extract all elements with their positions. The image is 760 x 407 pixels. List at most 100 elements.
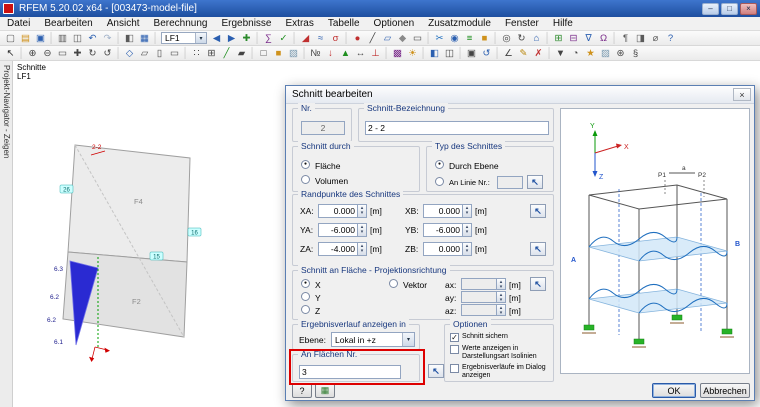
radio-row[interactable]: Volumen — [301, 173, 411, 188]
maximize-button[interactable]: □ — [721, 2, 738, 15]
comment-icon[interactable]: ✎ — [516, 47, 531, 60]
checkbox[interactable]: ✓ — [450, 333, 459, 342]
rotate-view-icon[interactable]: ↻ — [514, 32, 529, 45]
save-icon[interactable]: ▣ — [33, 32, 48, 45]
measure-icon[interactable]: ∠ — [501, 47, 516, 60]
partial-view-icon[interactable]: ◔ — [568, 47, 583, 60]
close-button[interactable]: × — [740, 2, 757, 15]
undo-icon[interactable]: ↶ — [85, 32, 100, 45]
margins-icon[interactable]: ◫ — [442, 47, 457, 60]
menu-ergebnisse[interactable]: Ergebnisse — [214, 18, 278, 29]
section-name-field[interactable]: 2 - 2 — [365, 121, 549, 135]
new-surface-icon[interactable]: ▱ — [380, 32, 395, 45]
spinner[interactable] — [358, 204, 367, 218]
tab-projekt-navigator[interactable]: Projekt-Navigator - Zeigen — [2, 65, 11, 158]
checkbox[interactable] — [450, 345, 459, 354]
next-load-case-icon[interactable]: ▶ — [224, 32, 239, 45]
checkbox[interactable] — [450, 364, 459, 373]
chevron-down-icon[interactable] — [195, 33, 206, 43]
axis-radio-row[interactable]: Z — [301, 304, 361, 317]
coordinate-field-b[interactable]: 0.000 — [423, 242, 463, 256]
menu-optionen[interactable]: Optionen — [367, 18, 422, 29]
durch-ebene-radio[interactable]: ● — [435, 160, 444, 169]
minimize-button[interactable]: – — [702, 2, 719, 15]
check-model-icon[interactable]: ✓ — [276, 32, 291, 45]
coordinate-field-a[interactable]: 0.000 — [318, 204, 358, 218]
model-view[interactable]: 2-2 F4 F2 26 16 15 6.3 6.2 6.2 6.1 — [13, 61, 293, 407]
axis-radio[interactable]: ● — [301, 279, 310, 288]
coordinate-field-b[interactable]: -6.000 — [423, 223, 463, 237]
coordinate-field-b[interactable]: 0.000 — [423, 204, 463, 218]
isometric-view-icon[interactable]: ◇ — [122, 47, 137, 60]
show-loads-icon[interactable]: ↓ — [323, 47, 338, 60]
new-line-icon[interactable]: ╱ — [365, 32, 380, 45]
internal-forces-icon[interactable]: σ — [328, 32, 343, 45]
calculation-icon[interactable]: ∑ — [261, 32, 276, 45]
panel-toggle-icon[interactable]: ◨ — [633, 32, 648, 45]
spinner[interactable] — [358, 223, 367, 237]
select-icon[interactable]: ↖ — [3, 47, 18, 60]
modules-icon[interactable]: Ω — [596, 32, 611, 45]
wireframe-icon[interactable]: □ — [256, 47, 271, 60]
units-icon[interactable]: ⌀ — [648, 32, 663, 45]
background-icon[interactable]: ▨ — [598, 47, 613, 60]
axis-radio[interactable] — [301, 305, 310, 314]
pick-point-b-button[interactable] — [530, 242, 546, 256]
spinner[interactable] — [463, 223, 472, 237]
grid-icon[interactable]: ∷ — [189, 47, 204, 60]
guidelines-icon[interactable]: ╱ — [219, 47, 234, 60]
menu-tabelle[interactable]: Tabelle — [321, 18, 367, 29]
axis-radio[interactable] — [301, 292, 310, 301]
pan-icon[interactable]: ✚ — [70, 47, 85, 60]
new-section-icon[interactable]: ✂ — [432, 32, 447, 45]
tables-toggle-icon[interactable]: ▦ — [137, 32, 152, 45]
menu-hilfe[interactable]: Hilfe — [546, 18, 580, 29]
axis-radio-row[interactable]: Y — [301, 291, 361, 304]
spinner[interactable] — [358, 242, 367, 256]
pick-vector-button[interactable] — [530, 277, 546, 291]
view-xz-icon[interactable]: ▯ — [152, 47, 167, 60]
printout-report-icon[interactable]: ¶ — [618, 32, 633, 45]
option-row[interactable]: Werte anzeigen in Darstellungsart Isolin… — [450, 345, 550, 361]
view-xy-icon[interactable]: ▱ — [137, 47, 152, 60]
snap-icon[interactable]: ⊞ — [204, 47, 219, 60]
zoom-icon[interactable]: ◎ — [499, 32, 514, 45]
ok-button[interactable]: OK — [652, 383, 696, 398]
show-dimensions-icon[interactable]: ↔ — [353, 47, 368, 60]
new-opening-icon[interactable]: ▭ — [410, 32, 425, 45]
new-node-icon[interactable]: ● — [350, 32, 365, 45]
ebene-combobox[interactable]: Lokal in +z — [331, 332, 415, 347]
pick-surfaces-button[interactable] — [428, 364, 444, 378]
generate-icon[interactable]: ∇ — [581, 32, 596, 45]
redo-icon[interactable]: ↷ — [100, 32, 115, 45]
cancel-button[interactable]: Abbrechen — [700, 383, 750, 398]
menu-ansicht[interactable]: Ansicht — [100, 18, 147, 29]
menu-zusatzmodule[interactable]: Zusatzmodule — [421, 18, 498, 29]
surface-f4[interactable] — [67, 144, 191, 263]
option-row[interactable]: Ergebnisverläufe im Dialog anzeigen — [450, 364, 550, 380]
open-icon[interactable]: ▤ — [18, 32, 33, 45]
load-case-combobox[interactable]: LF1 — [161, 32, 207, 44]
menu-berechnung[interactable]: Berechnung — [147, 18, 215, 29]
coordinate-field-a[interactable]: -6.000 — [318, 223, 358, 237]
show-supports-icon[interactable]: ▲ — [338, 47, 353, 60]
display-properties-icon[interactable]: ▩ — [390, 47, 405, 60]
an-linie-radio[interactable] — [435, 177, 444, 186]
surfaces-number-field[interactable]: 3 — [299, 365, 401, 379]
deformation-icon[interactable]: ≈ — [313, 32, 328, 45]
new-load-case-icon[interactable]: ✚ — [239, 32, 254, 45]
dialog-titlebar[interactable]: Schnitt bearbeiten × — [286, 86, 754, 104]
zoom-out-icon[interactable]: ⊖ — [40, 47, 55, 60]
menu-fenster[interactable]: Fenster — [498, 18, 546, 29]
render-icon[interactable]: ■ — [477, 32, 492, 45]
info-icon[interactable]: § — [628, 47, 643, 60]
menu-datei[interactable]: Datei — [0, 18, 37, 29]
spinner[interactable] — [463, 242, 472, 256]
pick-point-a-button[interactable] — [530, 204, 546, 218]
radio-button[interactable]: ● — [301, 160, 310, 169]
results-toggle-icon[interactable]: ◢ — [298, 32, 313, 45]
refresh-icon[interactable]: ↺ — [479, 47, 494, 60]
new-window-icon[interactable]: ▣ — [464, 47, 479, 60]
previous-view-icon[interactable]: ↺ — [100, 47, 115, 60]
option-row[interactable]: ✓ Schnitt sichern — [450, 333, 550, 342]
